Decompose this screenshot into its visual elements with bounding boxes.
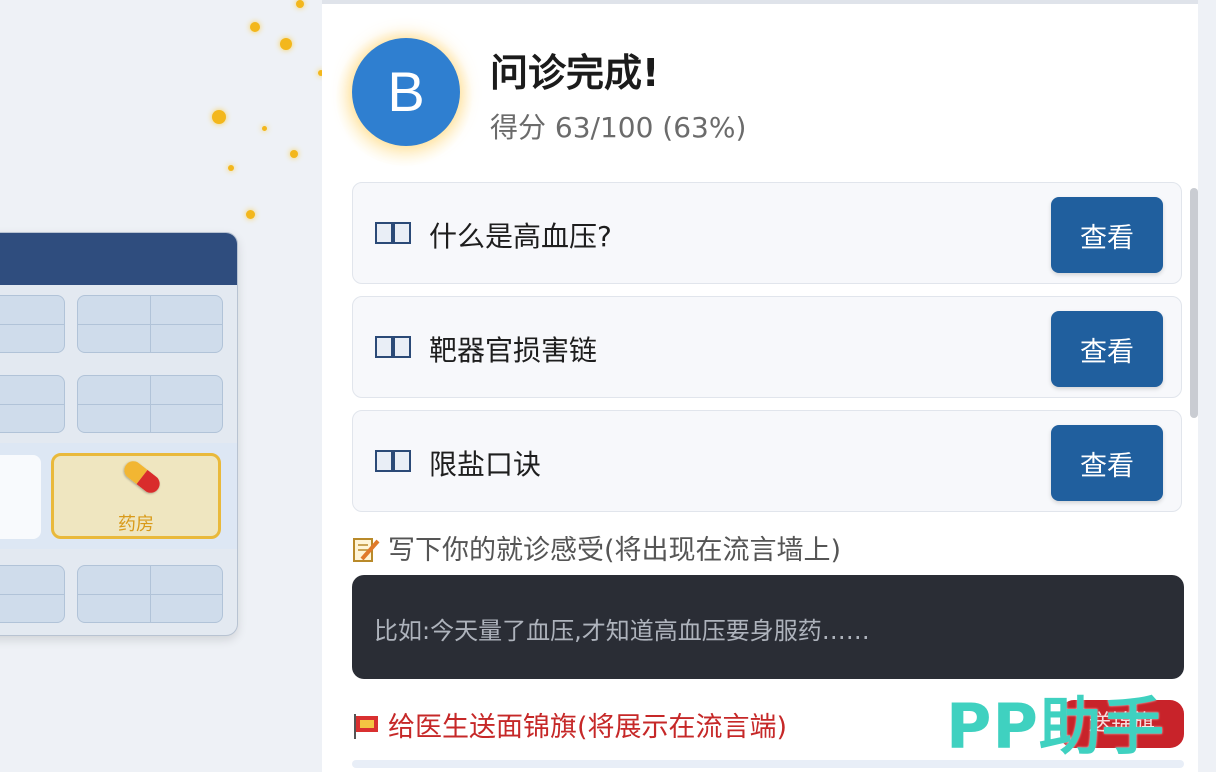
watermark: PP助手 (946, 690, 1165, 763)
feedback-label: 写下你的就诊感受(将出现在流言墙上) (388, 535, 842, 566)
medicine-shelf: 药房 (0, 232, 238, 636)
view-button[interactable]: 查看 (1051, 311, 1163, 387)
score-text: 得分 63/100 (63%) (490, 111, 747, 144)
topic-card: 靶器官损害链 查看 (352, 296, 1182, 398)
view-button[interactable]: 查看 (1051, 197, 1163, 273)
empty-slot[interactable] (0, 455, 41, 539)
topic-label: 靶器官损害链 (429, 334, 598, 367)
grade-avatar: B (352, 38, 460, 146)
memo-icon (353, 538, 380, 562)
topic-label: 什么是高血压? (429, 220, 612, 253)
banner-label: 给医生送面锦旗(将展示在流言端) (388, 712, 788, 743)
topic-card: 限盐口诀 查看 (352, 410, 1182, 512)
shelf-cell[interactable] (0, 375, 65, 433)
pharmacy-label: 药房 (118, 514, 154, 535)
book-icon (375, 336, 411, 358)
result-title: 问诊完成! (490, 51, 660, 95)
topic-label: 限盐口诀 (429, 448, 542, 481)
topic-card: 什么是高血压? 查看 (352, 182, 1182, 284)
banner-label-row: 给医生送面锦旗(将展示在流言端) (352, 705, 787, 744)
feedback-label-row: 写下你的就诊感受(将出现在流言墙上) (352, 528, 841, 567)
shelf-header (0, 233, 237, 285)
pharmacy-slot[interactable]: 药房 (51, 453, 221, 539)
book-icon (375, 450, 411, 472)
shelf-cell[interactable] (0, 565, 65, 623)
banner-icon (354, 714, 378, 739)
view-button[interactable]: 查看 (1051, 425, 1163, 501)
feedback-input[interactable] (352, 575, 1184, 679)
next-section-edge (352, 760, 1184, 768)
scrollbar[interactable] (1190, 188, 1198, 418)
shelf-cell[interactable] (77, 565, 223, 623)
book-icon (375, 222, 411, 244)
pill-icon (120, 457, 164, 497)
shelf-cell[interactable] (0, 295, 65, 353)
shelf-cell[interactable] (77, 375, 223, 433)
shelf-cell[interactable] (77, 295, 223, 353)
